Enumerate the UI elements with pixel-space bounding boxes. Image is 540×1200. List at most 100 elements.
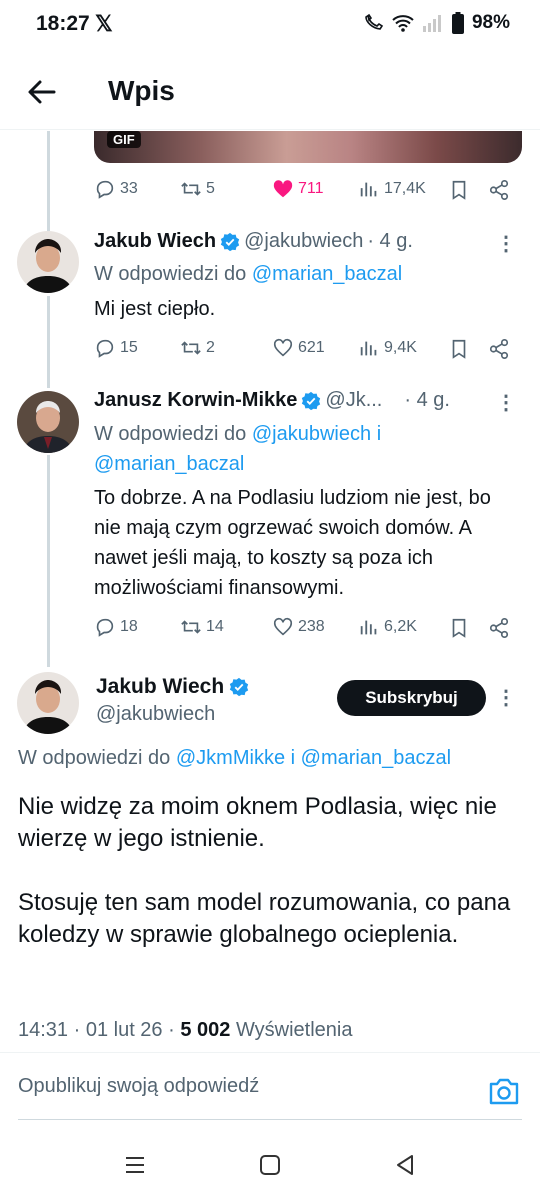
reply-count: 15 bbox=[120, 339, 138, 356]
reply-icon bbox=[96, 180, 114, 199]
views-count: 9,4K bbox=[384, 339, 417, 356]
reply-count: 33 bbox=[120, 180, 138, 197]
views-count: 6,2K bbox=[384, 618, 417, 635]
views-icon bbox=[360, 182, 377, 197]
more-options-icon[interactable]: ⋮ bbox=[496, 688, 516, 708]
repost-icon bbox=[181, 182, 201, 196]
share-icon[interactable] bbox=[488, 179, 510, 201]
status-time: 18:27 bbox=[36, 12, 90, 35]
gif-media[interactable]: GIF bbox=[94, 131, 522, 163]
author-handle[interactable]: @Jk... bbox=[325, 389, 382, 412]
main-author-handle[interactable]: @jakubwiech bbox=[96, 703, 215, 726]
views-action[interactable]: 9,4K bbox=[358, 337, 417, 359]
bookmark-icon[interactable] bbox=[448, 617, 470, 639]
main-avatar[interactable] bbox=[17, 672, 79, 734]
reply-count: 18 bbox=[120, 618, 138, 635]
reply-context: W odpowiedzi do @marian_baczal bbox=[94, 259, 514, 289]
views-label: Wyświetlenia bbox=[235, 1019, 353, 1041]
verified-badge-icon bbox=[230, 677, 249, 697]
thread-line bbox=[47, 296, 50, 388]
views-action[interactable]: 17,4K bbox=[358, 178, 426, 200]
reply-prefix: W odpowiedzi do bbox=[18, 747, 171, 769]
avatar[interactable] bbox=[17, 391, 79, 453]
reply-action[interactable]: 33 bbox=[94, 178, 138, 200]
tweet-text: To dobrze. A na Podlasiu ludziom nie jes… bbox=[94, 487, 491, 599]
reply-prefix: W odpowiedzi do bbox=[94, 423, 247, 445]
heart-icon bbox=[273, 617, 293, 636]
repost-count: 2 bbox=[206, 339, 215, 356]
reply-action[interactable]: 18 bbox=[94, 616, 138, 638]
share-icon[interactable] bbox=[488, 338, 510, 360]
top-header: Wpis bbox=[0, 58, 540, 130]
author-name[interactable]: Janusz Korwin-Mikke bbox=[94, 389, 297, 412]
home-icon[interactable] bbox=[257, 1152, 283, 1178]
wifi-icon bbox=[392, 15, 414, 32]
back-arrow-icon[interactable] bbox=[26, 76, 58, 108]
main-author-name[interactable]: Jakub Wiech bbox=[96, 675, 224, 699]
thread-line bbox=[47, 455, 50, 667]
main-tweet-paragraph: Nie widzę za moim oknem Podlasia, więc n… bbox=[18, 793, 497, 852]
repost-action[interactable]: 2 bbox=[180, 337, 215, 359]
parent-tweet-actions: 33 5 711 17,4K bbox=[94, 178, 514, 204]
mention-link[interactable]: @JkmMikke bbox=[176, 747, 285, 769]
more-options-icon[interactable]: ⋮ bbox=[496, 234, 516, 254]
repost-count: 5 bbox=[206, 180, 215, 197]
reply-input[interactable] bbox=[18, 1075, 478, 1098]
like-action[interactable]: 621 bbox=[272, 337, 325, 359]
reply-icon bbox=[96, 618, 114, 637]
repost-icon bbox=[181, 341, 201, 355]
repost-action[interactable]: 14 bbox=[180, 616, 224, 638]
repost-icon bbox=[181, 620, 201, 634]
like-action[interactable]: 711 bbox=[272, 178, 324, 200]
reply-context: W odpowiedzi do @jakubwiech i @marian_ba… bbox=[94, 419, 514, 479]
mention-link[interactable]: @marian_baczal bbox=[94, 453, 244, 475]
bookmark-icon[interactable] bbox=[448, 179, 470, 201]
author-handle[interactable]: @jakubwiech bbox=[244, 230, 363, 253]
tweet-meta: 14:31 · 01 lut 26 · 5 002 Wyświetlenia bbox=[18, 1019, 353, 1042]
recent-apps-icon[interactable] bbox=[122, 1152, 148, 1178]
main-reply-context: W odpowiedzi do @JkmMikke i @marian_bacz… bbox=[18, 747, 451, 770]
main-tweet-paragraph: Stosuję ten sam model rozumowania, co pa… bbox=[18, 889, 511, 948]
views-count: 5 002 bbox=[180, 1019, 231, 1041]
more-options-icon[interactable]: ⋮ bbox=[496, 393, 516, 413]
heart-filled-icon bbox=[273, 180, 293, 198]
wifi-call-icon bbox=[365, 13, 384, 30]
system-nav-bar bbox=[0, 1130, 540, 1200]
subscribe-button[interactable]: Subskrybuj bbox=[337, 680, 486, 716]
tweet-time: · 4 g. bbox=[367, 230, 413, 252]
repost-action[interactable]: 5 bbox=[180, 178, 215, 200]
mention-link[interactable]: @marian_baczal bbox=[301, 747, 451, 769]
camera-icon[interactable] bbox=[488, 1076, 520, 1106]
reply-action[interactable]: 15 bbox=[94, 337, 138, 359]
signal-icon bbox=[422, 15, 441, 32]
heart-icon bbox=[273, 338, 293, 357]
divider bbox=[0, 1052, 540, 1053]
share-icon[interactable] bbox=[488, 617, 510, 639]
author-name[interactable]: Jakub Wiech bbox=[94, 230, 216, 253]
battery-icon bbox=[451, 12, 464, 34]
x-logo-icon: 𝕏 bbox=[95, 11, 113, 36]
mention-link[interactable]: @marian_baczal bbox=[252, 263, 402, 285]
timestamp[interactable]: 14:31 · 01 lut 26 · bbox=[18, 1019, 175, 1041]
mention-link[interactable]: @jakubwiech bbox=[252, 423, 371, 445]
bookmark-icon[interactable] bbox=[448, 338, 470, 360]
reply-underline bbox=[18, 1119, 522, 1120]
views-action[interactable]: 6,2K bbox=[358, 616, 417, 638]
thread-line bbox=[47, 131, 50, 231]
status-icons: 98% bbox=[364, 12, 510, 34]
author-row: Jakub Wiech @jakubwiech · 4 g. bbox=[94, 230, 413, 253]
reply-joiner: i bbox=[376, 423, 382, 445]
repost-count: 14 bbox=[206, 618, 224, 635]
avatar[interactable] bbox=[17, 231, 79, 293]
tweet-time: · 4 g. bbox=[404, 389, 450, 411]
reply-joiner: i bbox=[290, 747, 296, 769]
views-icon bbox=[360, 341, 377, 356]
like-count: 711 bbox=[298, 180, 324, 197]
battery-level: 98% bbox=[471, 12, 510, 33]
status-bar: 18:27 𝕏 98% bbox=[0, 0, 540, 48]
tweet-actions: 18 14 238 6,2K bbox=[94, 616, 514, 642]
back-nav-icon[interactable] bbox=[392, 1152, 418, 1178]
gif-badge: GIF bbox=[107, 131, 141, 148]
like-action[interactable]: 238 bbox=[272, 616, 325, 638]
author-row: Janusz Korwin-Mikke @Jk... · 4 g. bbox=[94, 389, 450, 412]
